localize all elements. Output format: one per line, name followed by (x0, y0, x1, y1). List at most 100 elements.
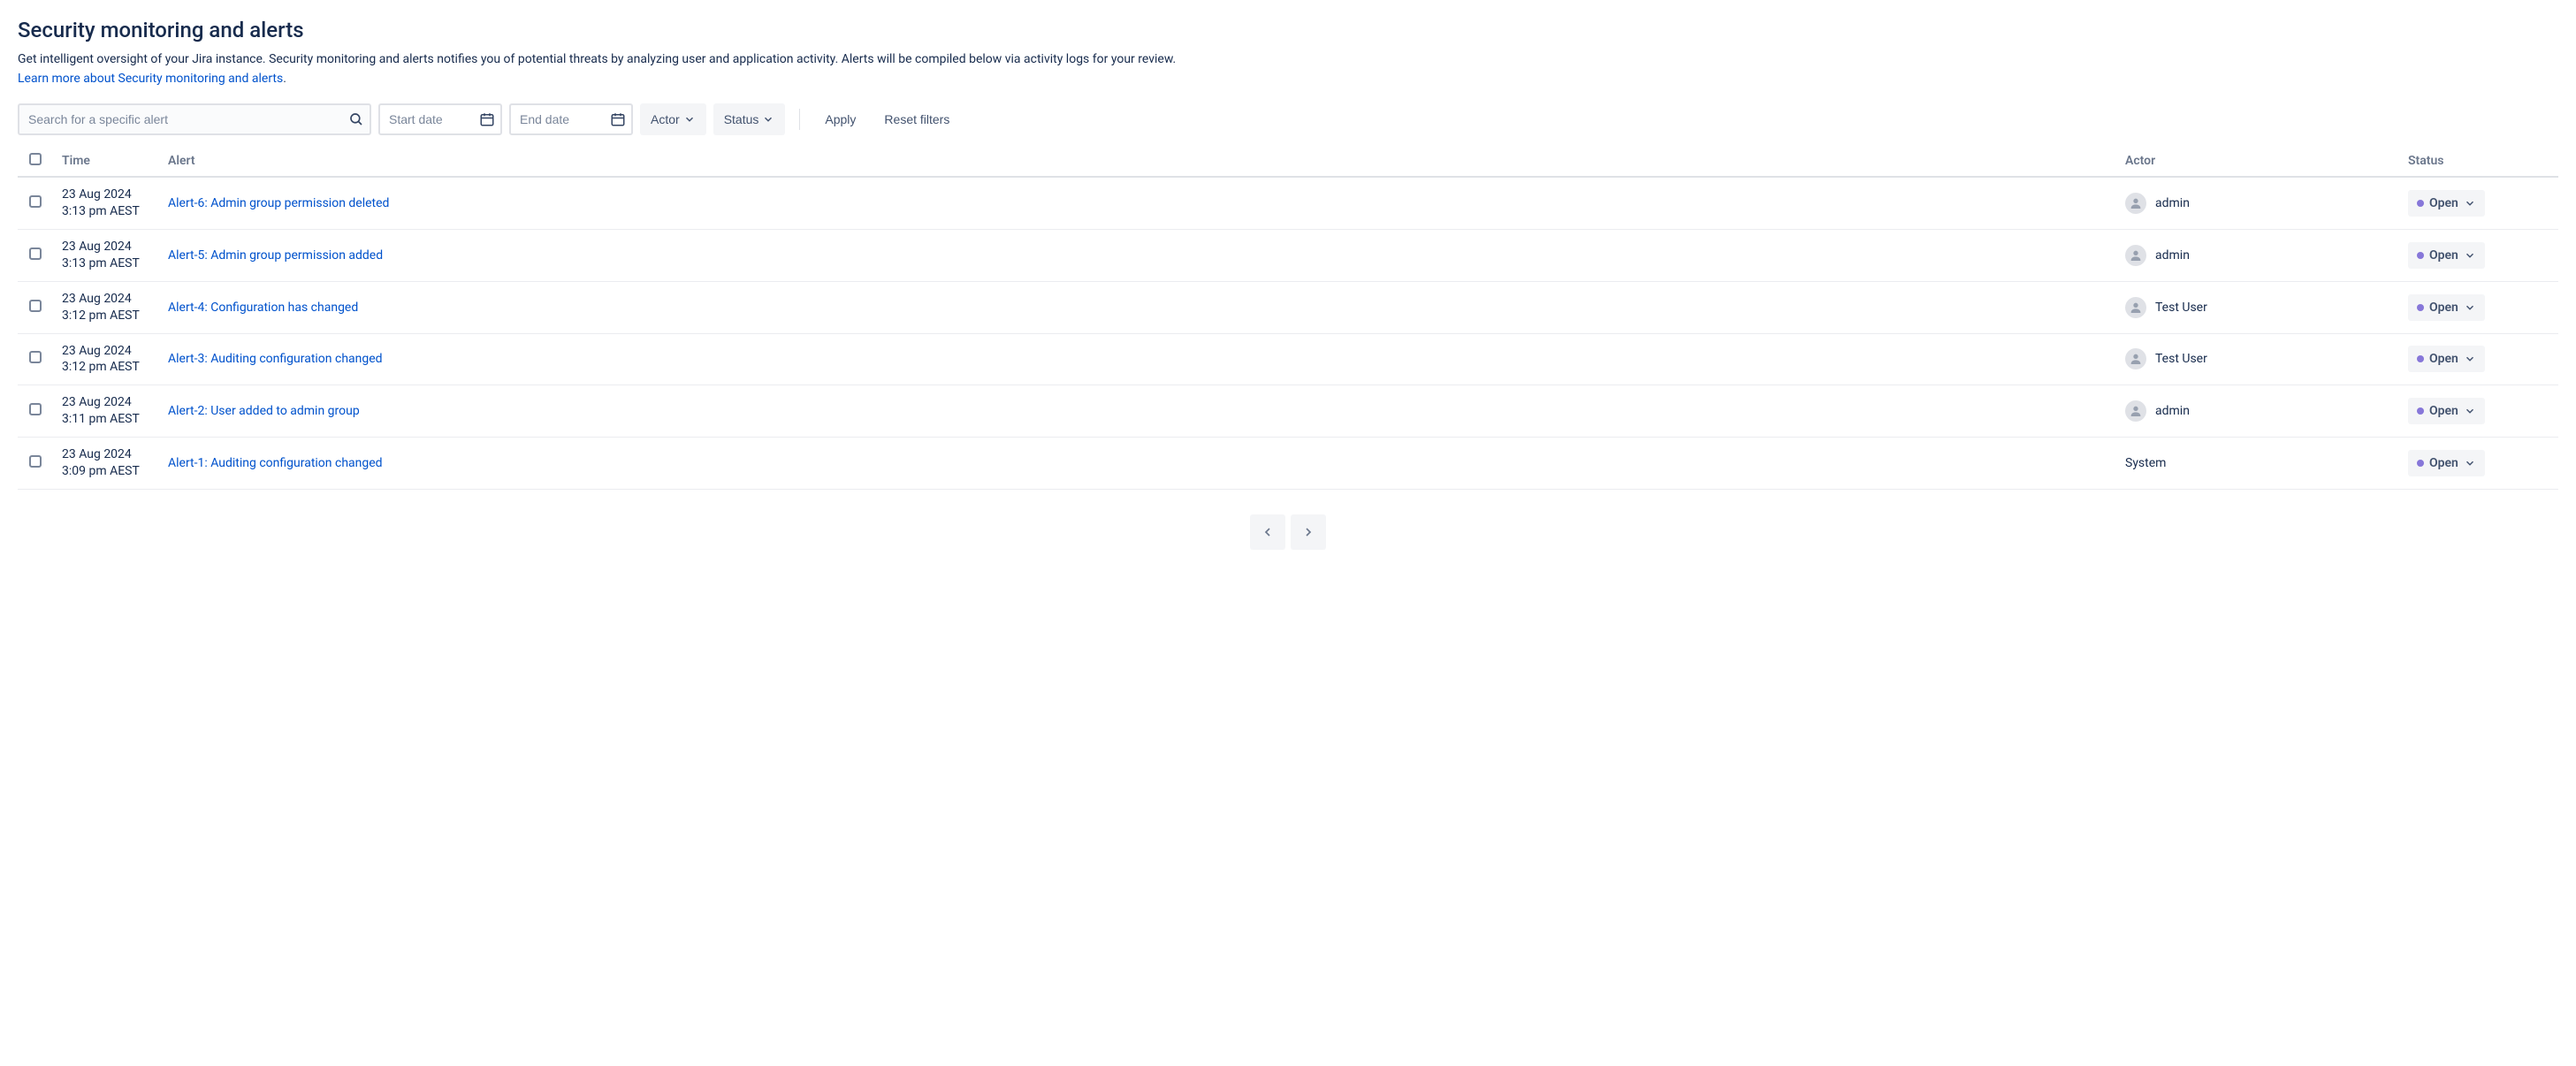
status-dot-icon (2417, 200, 2424, 207)
search-input[interactable] (18, 103, 371, 135)
actor-filter-label: Actor (651, 112, 680, 126)
actor-filter-button[interactable]: Actor (640, 103, 706, 135)
reset-filters-button[interactable]: Reset filters (873, 103, 960, 135)
time-cell: 23 Aug 20243:09 pm AEST (53, 438, 159, 490)
alert-date: 23 Aug 2024 (62, 394, 150, 411)
status-dot-icon (2417, 304, 2424, 311)
row-checkbox[interactable] (29, 351, 42, 363)
alert-date: 23 Aug 2024 (62, 291, 150, 308)
alert-time: 3:12 pm AEST (62, 308, 150, 324)
row-checkbox[interactable] (29, 403, 42, 415)
actor-name: Test User (2155, 352, 2207, 366)
actor-cell: Test User (2125, 348, 2390, 369)
status-label: Open (2429, 352, 2458, 366)
status-dropdown[interactable]: Open (2408, 190, 2485, 217)
table-row: 23 Aug 20243:12 pm AEST Alert-3: Auditing… (18, 333, 2558, 385)
table-row: 23 Aug 20243:09 pm AEST Alert-1: Auditing… (18, 438, 2558, 490)
time-cell: 23 Aug 20243:12 pm AEST (53, 333, 159, 385)
col-header-time: Time (53, 146, 159, 177)
actor-cell: admin (2125, 400, 2390, 422)
chevron-down-icon (683, 113, 696, 126)
calendar-icon (479, 111, 495, 127)
status-label: Open (2429, 248, 2458, 263)
status-dot-icon (2417, 407, 2424, 415)
table-row: 23 Aug 20243:11 pm AEST Alert-2: User add… (18, 385, 2558, 438)
alert-date: 23 Aug 2024 (62, 187, 150, 203)
search-wrap (18, 103, 371, 135)
alert-time: 3:13 pm AEST (62, 255, 150, 272)
actor-name: admin (2155, 404, 2190, 418)
status-filter-button[interactable]: Status (713, 103, 786, 135)
avatar (2125, 245, 2146, 266)
filter-bar: Actor Status Apply Reset filters (18, 103, 2558, 135)
alert-link[interactable]: Alert-3: Auditing configuration changed (168, 352, 383, 366)
filter-separator (799, 109, 800, 130)
actor-name: admin (2155, 196, 2190, 210)
avatar (2125, 193, 2146, 214)
alert-date: 23 Aug 2024 (62, 239, 150, 255)
status-dropdown[interactable]: Open (2408, 398, 2485, 424)
table-row: 23 Aug 20243:13 pm AEST Alert-5: Admin gr… (18, 229, 2558, 281)
actor-name: Test User (2155, 301, 2207, 315)
row-checkbox[interactable] (29, 300, 42, 312)
actor-cell: Test User (2125, 297, 2390, 318)
time-cell: 23 Aug 20243:13 pm AEST (53, 229, 159, 281)
time-cell: 23 Aug 20243:11 pm AEST (53, 385, 159, 438)
prev-page-button[interactable] (1250, 514, 1285, 550)
status-dropdown[interactable]: Open (2408, 450, 2485, 476)
table-row: 23 Aug 20243:13 pm AEST Alert-6: Admin gr… (18, 177, 2558, 229)
calendar-icon (610, 111, 626, 127)
avatar (2125, 297, 2146, 318)
alert-date: 23 Aug 2024 (62, 446, 150, 463)
status-dot-icon (2417, 252, 2424, 259)
status-filter-label: Status (724, 112, 759, 126)
actor-cell: System (2125, 456, 2390, 470)
row-checkbox[interactable] (29, 455, 42, 468)
row-checkbox[interactable] (29, 195, 42, 208)
status-label: Open (2429, 404, 2458, 418)
learn-more-link[interactable]: Learn more about Security monitoring and… (18, 72, 283, 86)
start-date-wrap (378, 103, 502, 135)
chevron-down-icon (2464, 301, 2476, 314)
chevron-down-icon (2464, 457, 2476, 469)
chevron-down-icon (762, 113, 774, 126)
alert-time: 3:13 pm AEST (62, 203, 150, 220)
avatar (2125, 400, 2146, 422)
alert-link[interactable]: Alert-2: User added to admin group (168, 404, 360, 418)
alert-link[interactable]: Alert-4: Configuration has changed (168, 301, 358, 315)
alert-link[interactable]: Alert-1: Auditing configuration changed (168, 456, 383, 470)
alert-date: 23 Aug 2024 (62, 343, 150, 360)
next-page-button[interactable] (1291, 514, 1326, 550)
actor-name: System (2125, 456, 2166, 470)
actor-cell: admin (2125, 245, 2390, 266)
status-label: Open (2429, 196, 2458, 210)
end-date-wrap (509, 103, 633, 135)
col-header-actor: Actor (2116, 146, 2399, 177)
select-all-checkbox[interactable] (29, 153, 42, 165)
chevron-right-icon (1301, 525, 1315, 539)
status-dot-icon (2417, 355, 2424, 362)
avatar (2125, 348, 2146, 369)
status-label: Open (2429, 301, 2458, 315)
alert-link[interactable]: Alert-5: Admin group permission added (168, 248, 383, 263)
time-cell: 23 Aug 20243:13 pm AEST (53, 177, 159, 229)
actor-cell: admin (2125, 193, 2390, 214)
alert-time: 3:09 pm AEST (62, 463, 150, 480)
chevron-left-icon (1261, 525, 1275, 539)
row-checkbox[interactable] (29, 247, 42, 260)
apply-button[interactable]: Apply (814, 103, 866, 135)
status-dropdown[interactable]: Open (2408, 294, 2485, 321)
time-cell: 23 Aug 20243:12 pm AEST (53, 281, 159, 333)
alert-link[interactable]: Alert-6: Admin group permission deleted (168, 196, 389, 210)
pagination (18, 514, 2558, 550)
actor-name: admin (2155, 248, 2190, 263)
status-dot-icon (2417, 460, 2424, 467)
col-header-alert: Alert (159, 146, 2116, 177)
chevron-down-icon (2464, 405, 2476, 417)
status-dropdown[interactable]: Open (2408, 242, 2485, 269)
page-title: Security monitoring and alerts (18, 18, 2558, 42)
col-header-status: Status (2399, 146, 2558, 177)
table-row: 23 Aug 20243:12 pm AEST Alert-4: Configur… (18, 281, 2558, 333)
status-dropdown[interactable]: Open (2408, 346, 2485, 372)
search-icon (348, 111, 364, 127)
